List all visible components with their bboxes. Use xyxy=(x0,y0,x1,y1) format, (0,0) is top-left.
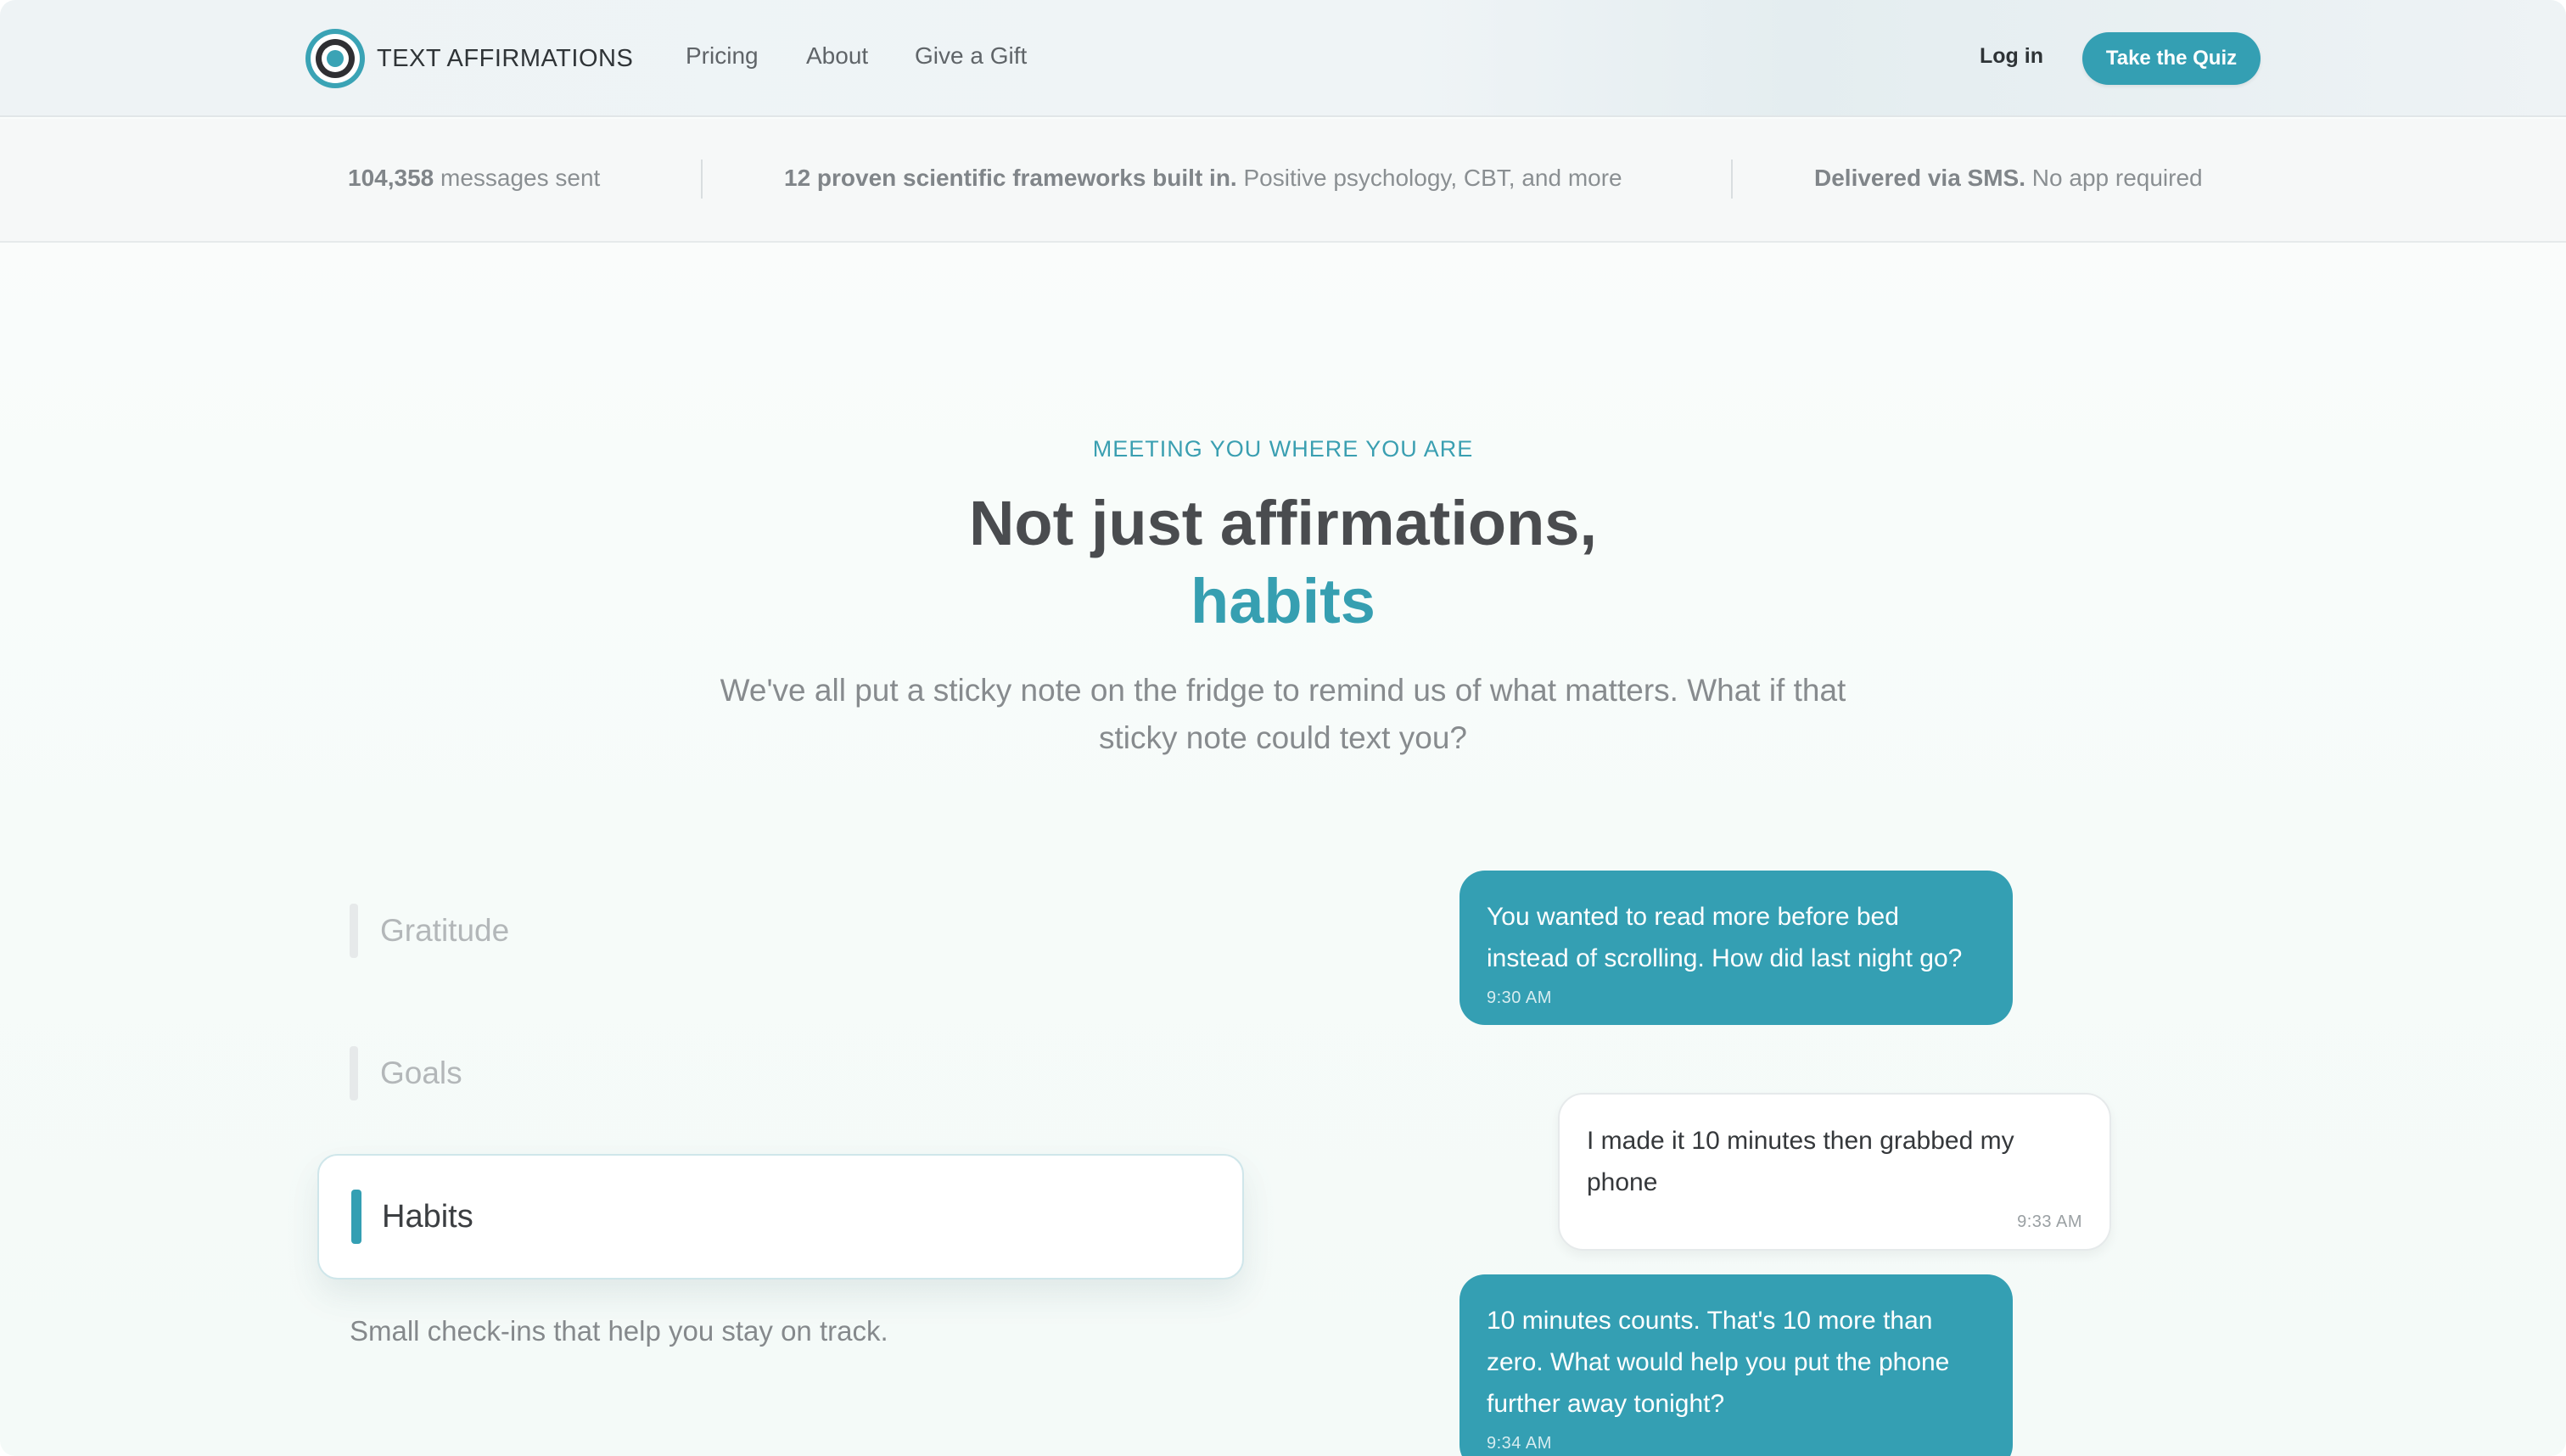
chat-timestamp: 9:30 AM xyxy=(1487,988,1552,1007)
section-headline: Not just affirmations, xyxy=(968,488,1598,558)
chat-message-text: 10 minutes counts. That's 10 more than z… xyxy=(1487,1307,1950,1418)
brand-home-link[interactable]: TEXT AFFIRMATIONS xyxy=(305,29,633,88)
stat-delivery: Delivered via SMS. No app required xyxy=(1814,165,2203,191)
tab-indicator xyxy=(350,904,358,958)
stat-frameworks: 12 proven scientific frameworks built in… xyxy=(784,165,1622,191)
tab-habits[interactable]: Habits xyxy=(317,1154,1244,1280)
chat-bubble-app: You wanted to read more before bed inste… xyxy=(1459,871,2013,1025)
nav-link-pricing[interactable]: Pricing xyxy=(686,42,759,70)
stats-divider xyxy=(701,160,703,199)
logo-icon xyxy=(305,29,365,88)
tab-label: Gratitude xyxy=(380,913,510,948)
chat-bubble-user: I made it 10 minutes then grabbed my pho… xyxy=(1558,1093,2111,1251)
stats-bar: 104,358 messages sent 12 proven scientif… xyxy=(0,119,2566,243)
browser-viewport: TEXT AFFIRMATIONS Pricing About Give a G… xyxy=(0,0,2566,1456)
tab-label: Goals xyxy=(380,1056,462,1090)
chat-bubble-app: 10 minutes counts. That's 10 more than z… xyxy=(1459,1274,2013,1456)
take-quiz-button[interactable]: Take the Quiz xyxy=(2082,32,2261,85)
tab-description: Small check-ins that help you stay on tr… xyxy=(350,1315,888,1347)
stats-divider xyxy=(1731,160,1733,199)
section-headline-accent: habits xyxy=(1191,566,1375,636)
tab-indicator-active xyxy=(351,1190,361,1244)
tab-indicator xyxy=(350,1046,358,1100)
section-subtext: We've all put a sticky note on the fridg… xyxy=(720,673,1846,755)
chat-message-text: You wanted to read more before bed inste… xyxy=(1487,903,1963,972)
section-eyebrow: MEETING YOU WHERE YOU ARE xyxy=(1092,436,1474,462)
chat-timestamp: 9:34 AM xyxy=(1487,1434,1552,1453)
chat-timestamp: 9:33 AM xyxy=(2017,1212,2082,1231)
tab-goals[interactable]: Goals xyxy=(350,1044,462,1103)
brand-name: TEXT AFFIRMATIONS xyxy=(377,44,634,72)
login-link[interactable]: Log in xyxy=(1980,44,2043,69)
nav-link-about[interactable]: About xyxy=(806,42,868,70)
tab-gratitude[interactable]: Gratitude xyxy=(350,901,509,960)
stat-messages-sent: 104,358 messages sent xyxy=(348,165,601,191)
tab-label: Habits xyxy=(382,1198,473,1235)
nav-link-give-a-gift[interactable]: Give a Gift xyxy=(915,42,1027,70)
chat-message-text: I made it 10 minutes then grabbed my pho… xyxy=(1587,1127,2014,1196)
top-navigation: TEXT AFFIRMATIONS Pricing About Give a G… xyxy=(0,0,2566,117)
